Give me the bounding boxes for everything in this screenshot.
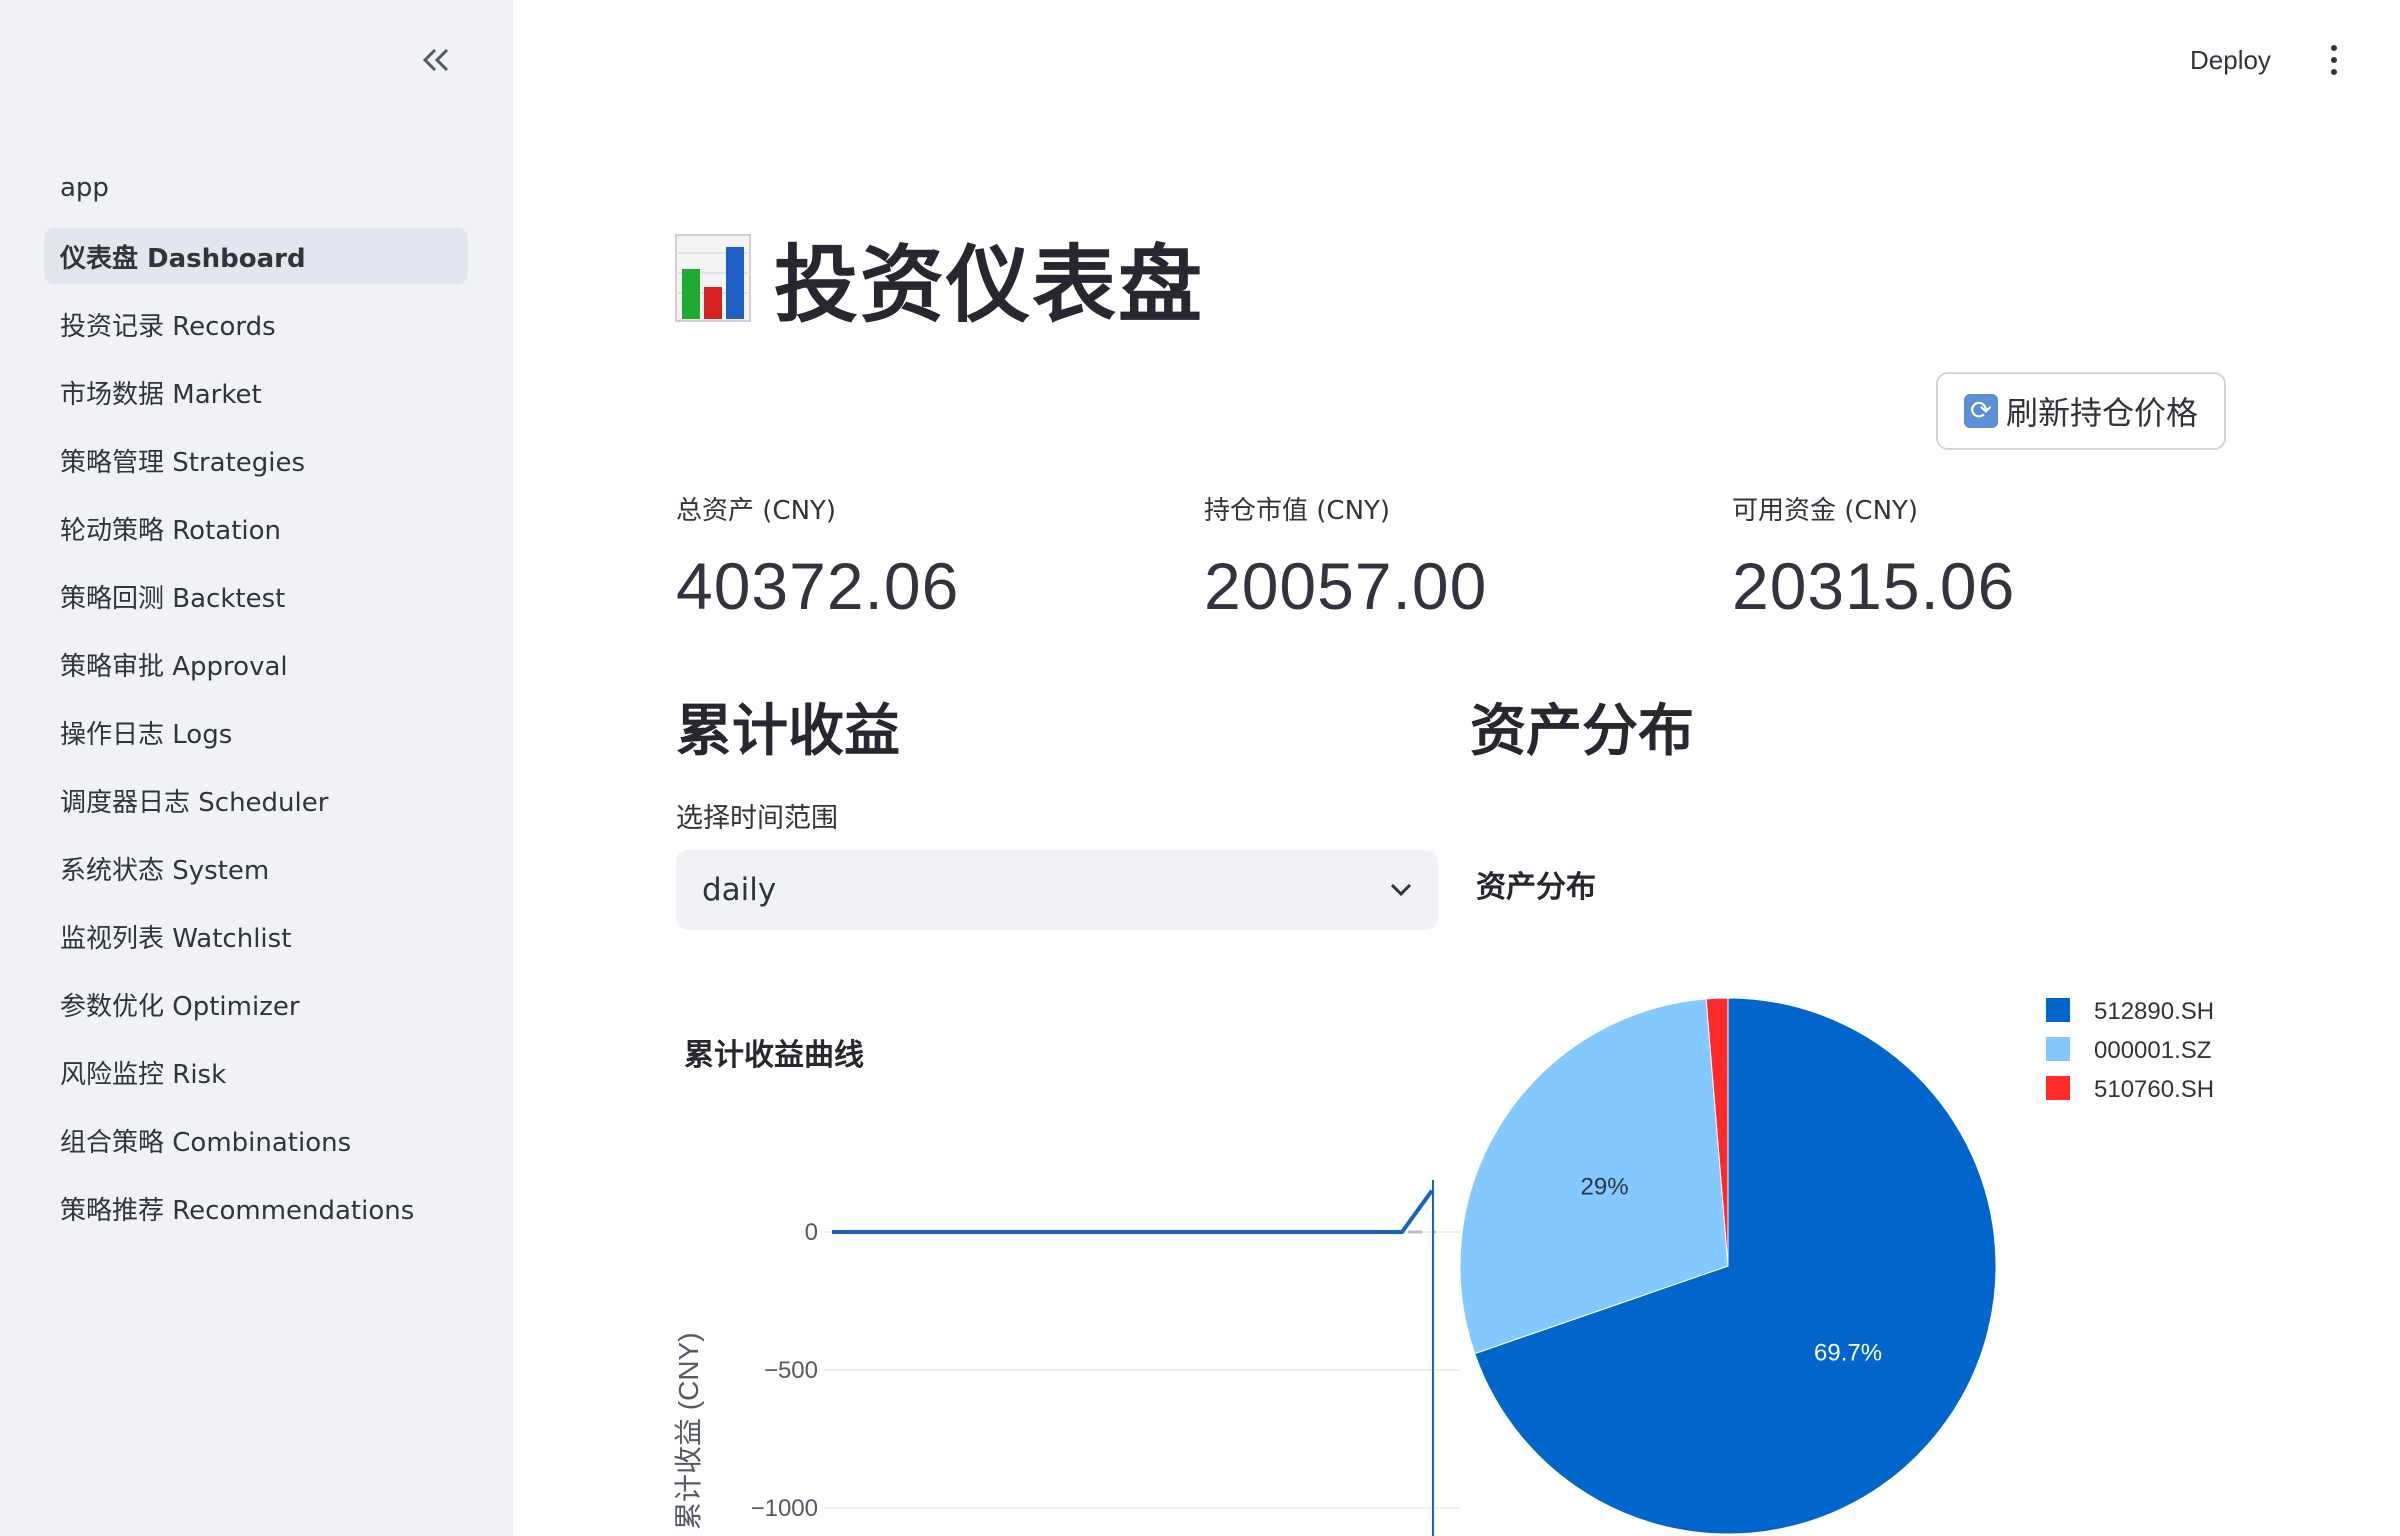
sidebar: app 仪表盘 Dashboard 投资记录 Records 市场数据 Market 策… [0, 0, 513, 1536]
sidebar-item-dashboard[interactable]: 仪表盘 Dashboard [44, 228, 468, 284]
collapse-sidebar-button[interactable] [410, 38, 462, 82]
bar-chart-icon [675, 234, 751, 322]
chevron-down-icon [1390, 883, 1412, 897]
metric-label: 持仓市值 (CNY) [1204, 495, 1391, 526]
sidebar-item-records[interactable]: 投资记录 Records [44, 296, 468, 352]
sidebar-item-strategies[interactable]: 策略管理 Strategies [44, 432, 468, 488]
legend-label: 512890.SH [2094, 998, 2214, 1025]
legend-label: 510760.SH [2094, 1076, 2214, 1103]
line-chart-title: 累计收益曲线 [684, 1038, 864, 1073]
refresh-button-label: 刷新持仓价格 [2005, 394, 2198, 432]
metric-label: 可用资金 (CNY) [1732, 495, 1919, 526]
legend-swatch [2046, 1076, 2070, 1100]
kebab-menu-icon[interactable] [2316, 40, 2352, 80]
refresh-icon: ⟳ [1963, 394, 1998, 428]
time-range-label: 选择时间范围 [676, 803, 838, 834]
y-axis-label: 累计收益 (CNY) [673, 1332, 704, 1530]
metric-available-cash: 可用资金 (CNY) 20315.06 [1732, 490, 2015, 624]
sidebar-item-app[interactable]: app [44, 160, 468, 216]
pie-slice-label: 29% [1581, 1173, 1629, 1200]
sidebar-nav: app 仪表盘 Dashboard 投资记录 Records 市场数据 Market 策… [44, 160, 468, 1248]
sidebar-item-watchlist[interactable]: 监视列表 Watchlist [44, 908, 468, 964]
refresh-prices-button[interactable]: ⟳ 刷新持仓价格 [1936, 372, 2226, 450]
sidebar-item-system[interactable]: 系统状态 System [44, 840, 468, 896]
sidebar-item-rotation[interactable]: 轮动策略 Rotation [44, 500, 468, 556]
y-tick-label: −500 [764, 1357, 818, 1384]
sidebar-item-combinations[interactable]: 组合策略 Combinations [44, 1112, 468, 1168]
sidebar-item-backtest[interactable]: 策略回测 Backtest [44, 568, 468, 624]
sidebar-item-optimizer[interactable]: 参数优化 Optimizer [44, 976, 468, 1032]
sidebar-item-approval[interactable]: 策略审批 Approval [44, 636, 468, 692]
sidebar-item-logs[interactable]: 操作日志 Logs [44, 704, 468, 760]
cumulative-return-series-line [832, 1189, 1434, 1234]
pie-chart-title: 资产分布 [1476, 870, 1596, 905]
time-range-select[interactable]: daily [676, 850, 1438, 930]
cumulative-return-header: 累计收益 [676, 699, 900, 764]
legend-label: 000001.SZ [2094, 1037, 2211, 1064]
metric-position-value: 持仓市值 (CNY) 20057.00 [1204, 490, 1487, 624]
y-tick-label: −1000 [751, 1495, 818, 1522]
page-title-text: 投资仪表盘 [774, 235, 1205, 334]
time-range-value: daily [702, 872, 777, 908]
sidebar-item-market[interactable]: 市场数据 Market [44, 364, 468, 420]
legend-swatch [2046, 1037, 2070, 1061]
metric-value: 20315.06 [1732, 549, 2016, 623]
legend-swatch [2046, 998, 2070, 1022]
sidebar-item-risk[interactable]: 风险监控 Risk [44, 1044, 468, 1100]
asset-distribution-header: 资产分布 [1470, 699, 1694, 764]
asset-distribution-pie-chart: 69.7% 29% 512890.SH 000001.SZ 510760.SH [1459, 997, 2214, 1535]
pie-slice-label: 69.7% [1814, 1340, 1882, 1367]
metric-label: 总资产 (CNY) [676, 495, 837, 526]
metric-value: 40372.06 [676, 549, 960, 623]
cumulative-return-line-chart: 0 −500 −1000 累计收益 (CNY) [673, 1180, 1460, 1536]
metric-value: 20057.00 [1204, 549, 1488, 623]
double-chevron-left-icon [422, 48, 449, 72]
metric-total-assets: 总资产 (CNY) 40372.06 [676, 490, 959, 624]
y-tick-label: 0 [805, 1219, 818, 1246]
sidebar-item-recommendations[interactable]: 策略推荐 Recommendations [44, 1180, 468, 1236]
deploy-button[interactable]: Deploy [2190, 38, 2271, 82]
sidebar-item-scheduler[interactable]: 调度器日志 Scheduler [44, 772, 468, 828]
page-title: 投资仪表盘 [674, 228, 1204, 334]
